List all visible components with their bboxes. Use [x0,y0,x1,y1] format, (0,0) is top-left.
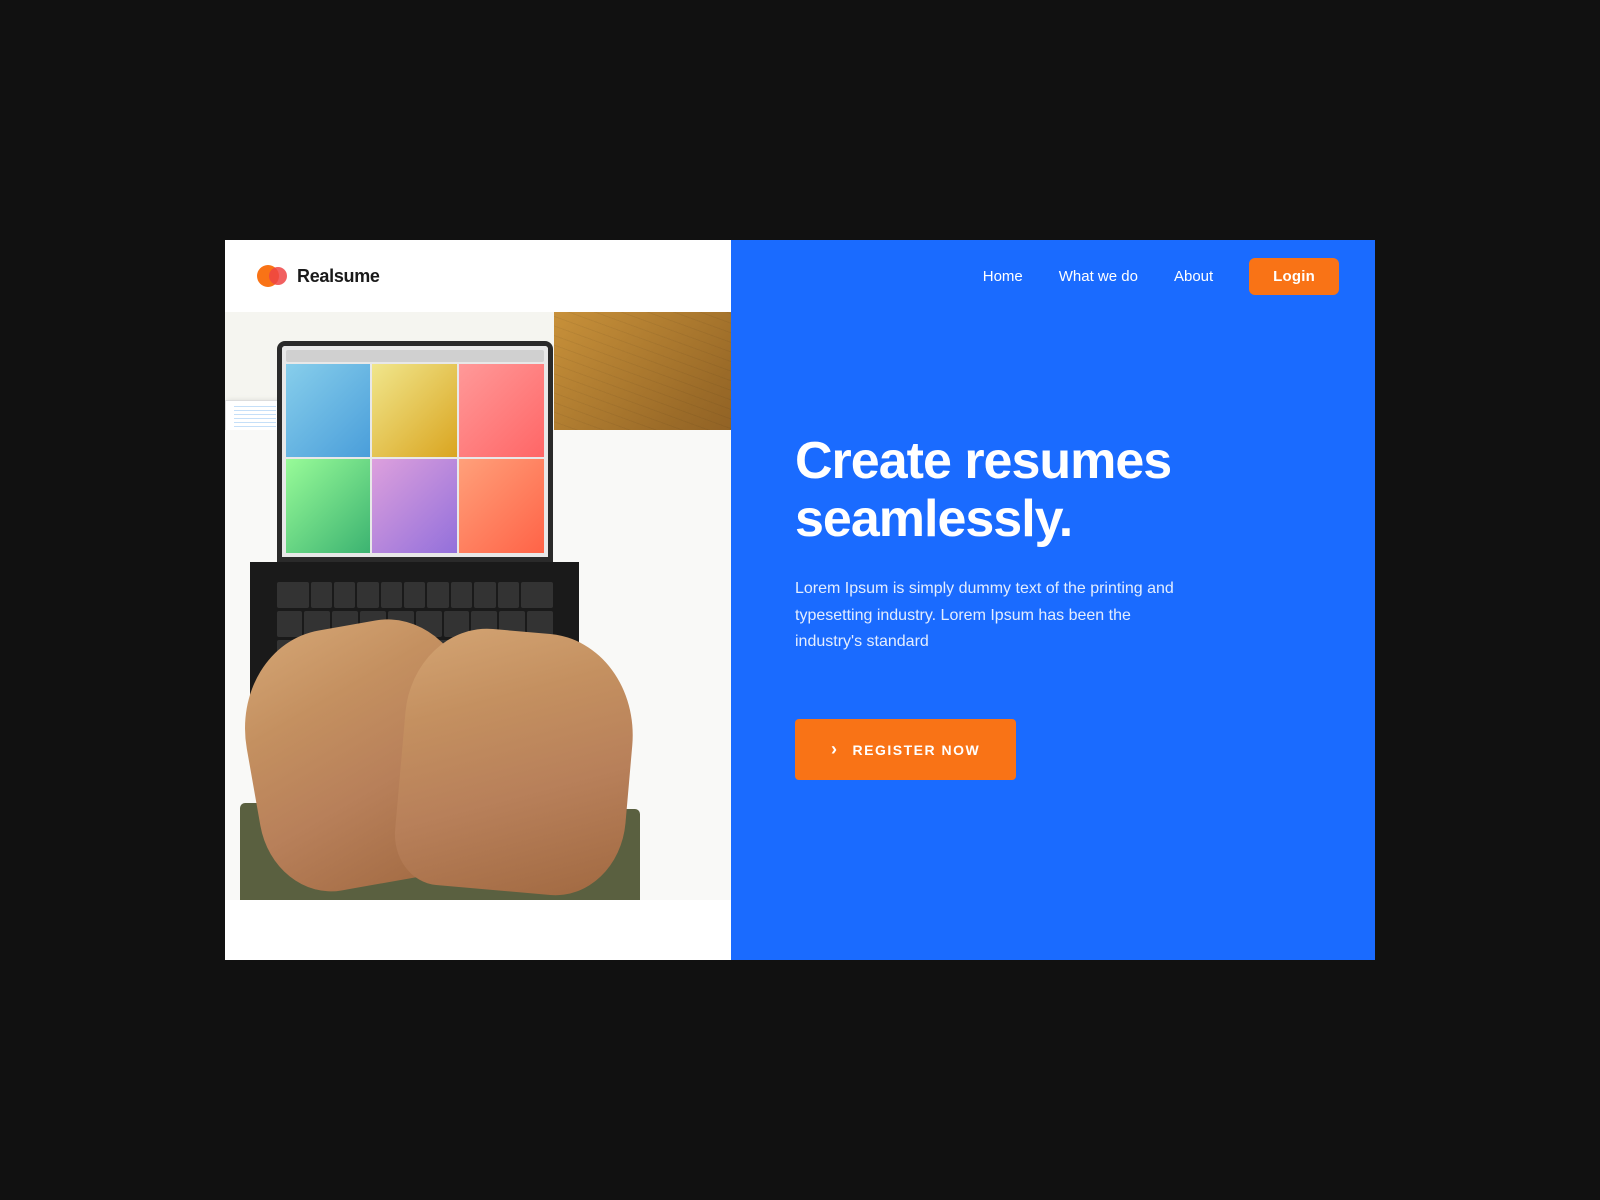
hand-shape-right [391,622,641,900]
arrow-right-icon: › [831,739,839,760]
screen-img-5 [372,459,457,552]
bottom-left [225,900,731,960]
screen-img-3 [459,364,544,457]
right-panel: Create resumes seamlessly. Lorem Ipsum i… [731,312,1375,900]
hero-title-line2: seamlessly. [795,490,1072,548]
screen-img-2 [372,364,457,457]
screen-content [282,346,548,556]
logo-area: Realsume [257,265,380,287]
bottom-right [731,900,1375,960]
browser-bar [286,350,544,362]
hero-title-line1: Create resumes [795,432,1171,490]
main-content: Create resumes seamlessly. Lorem Ipsum i… [225,312,1375,900]
hand-right [402,632,630,891]
site-wrapper: Realsume Home What we do About Login [225,240,1375,960]
logo-circle-red [269,267,287,285]
header-left: Realsume [225,240,731,312]
hero-title: Create resumes seamlessly. [795,432,1311,548]
hero-description: Lorem Ipsum is simply dummy text of the … [795,576,1195,655]
nav-about[interactable]: About [1174,268,1213,285]
register-button-label: REGISTER NOW [853,742,981,758]
hands-overlay [225,577,731,900]
left-panel [225,312,731,900]
screen-img-1 [286,364,371,457]
nav-home[interactable]: Home [983,268,1023,285]
logo-icon [257,265,289,287]
screen-img-4 [286,459,371,552]
header-right: Home What we do About Login [731,240,1375,312]
screen-img-6 [459,459,544,552]
nav-what-we-do[interactable]: What we do [1059,268,1138,285]
logo-text: Realsume [297,266,380,287]
bottom-strip [225,900,1375,960]
browser-window: Realsume Home What we do About Login [225,240,1375,960]
laptop-screen [277,341,553,561]
header: Realsume Home What we do About Login [225,240,1375,312]
laptop-scene [225,312,731,900]
login-button[interactable]: Login [1249,258,1339,295]
register-button[interactable]: › REGISTER NOW [795,719,1016,780]
